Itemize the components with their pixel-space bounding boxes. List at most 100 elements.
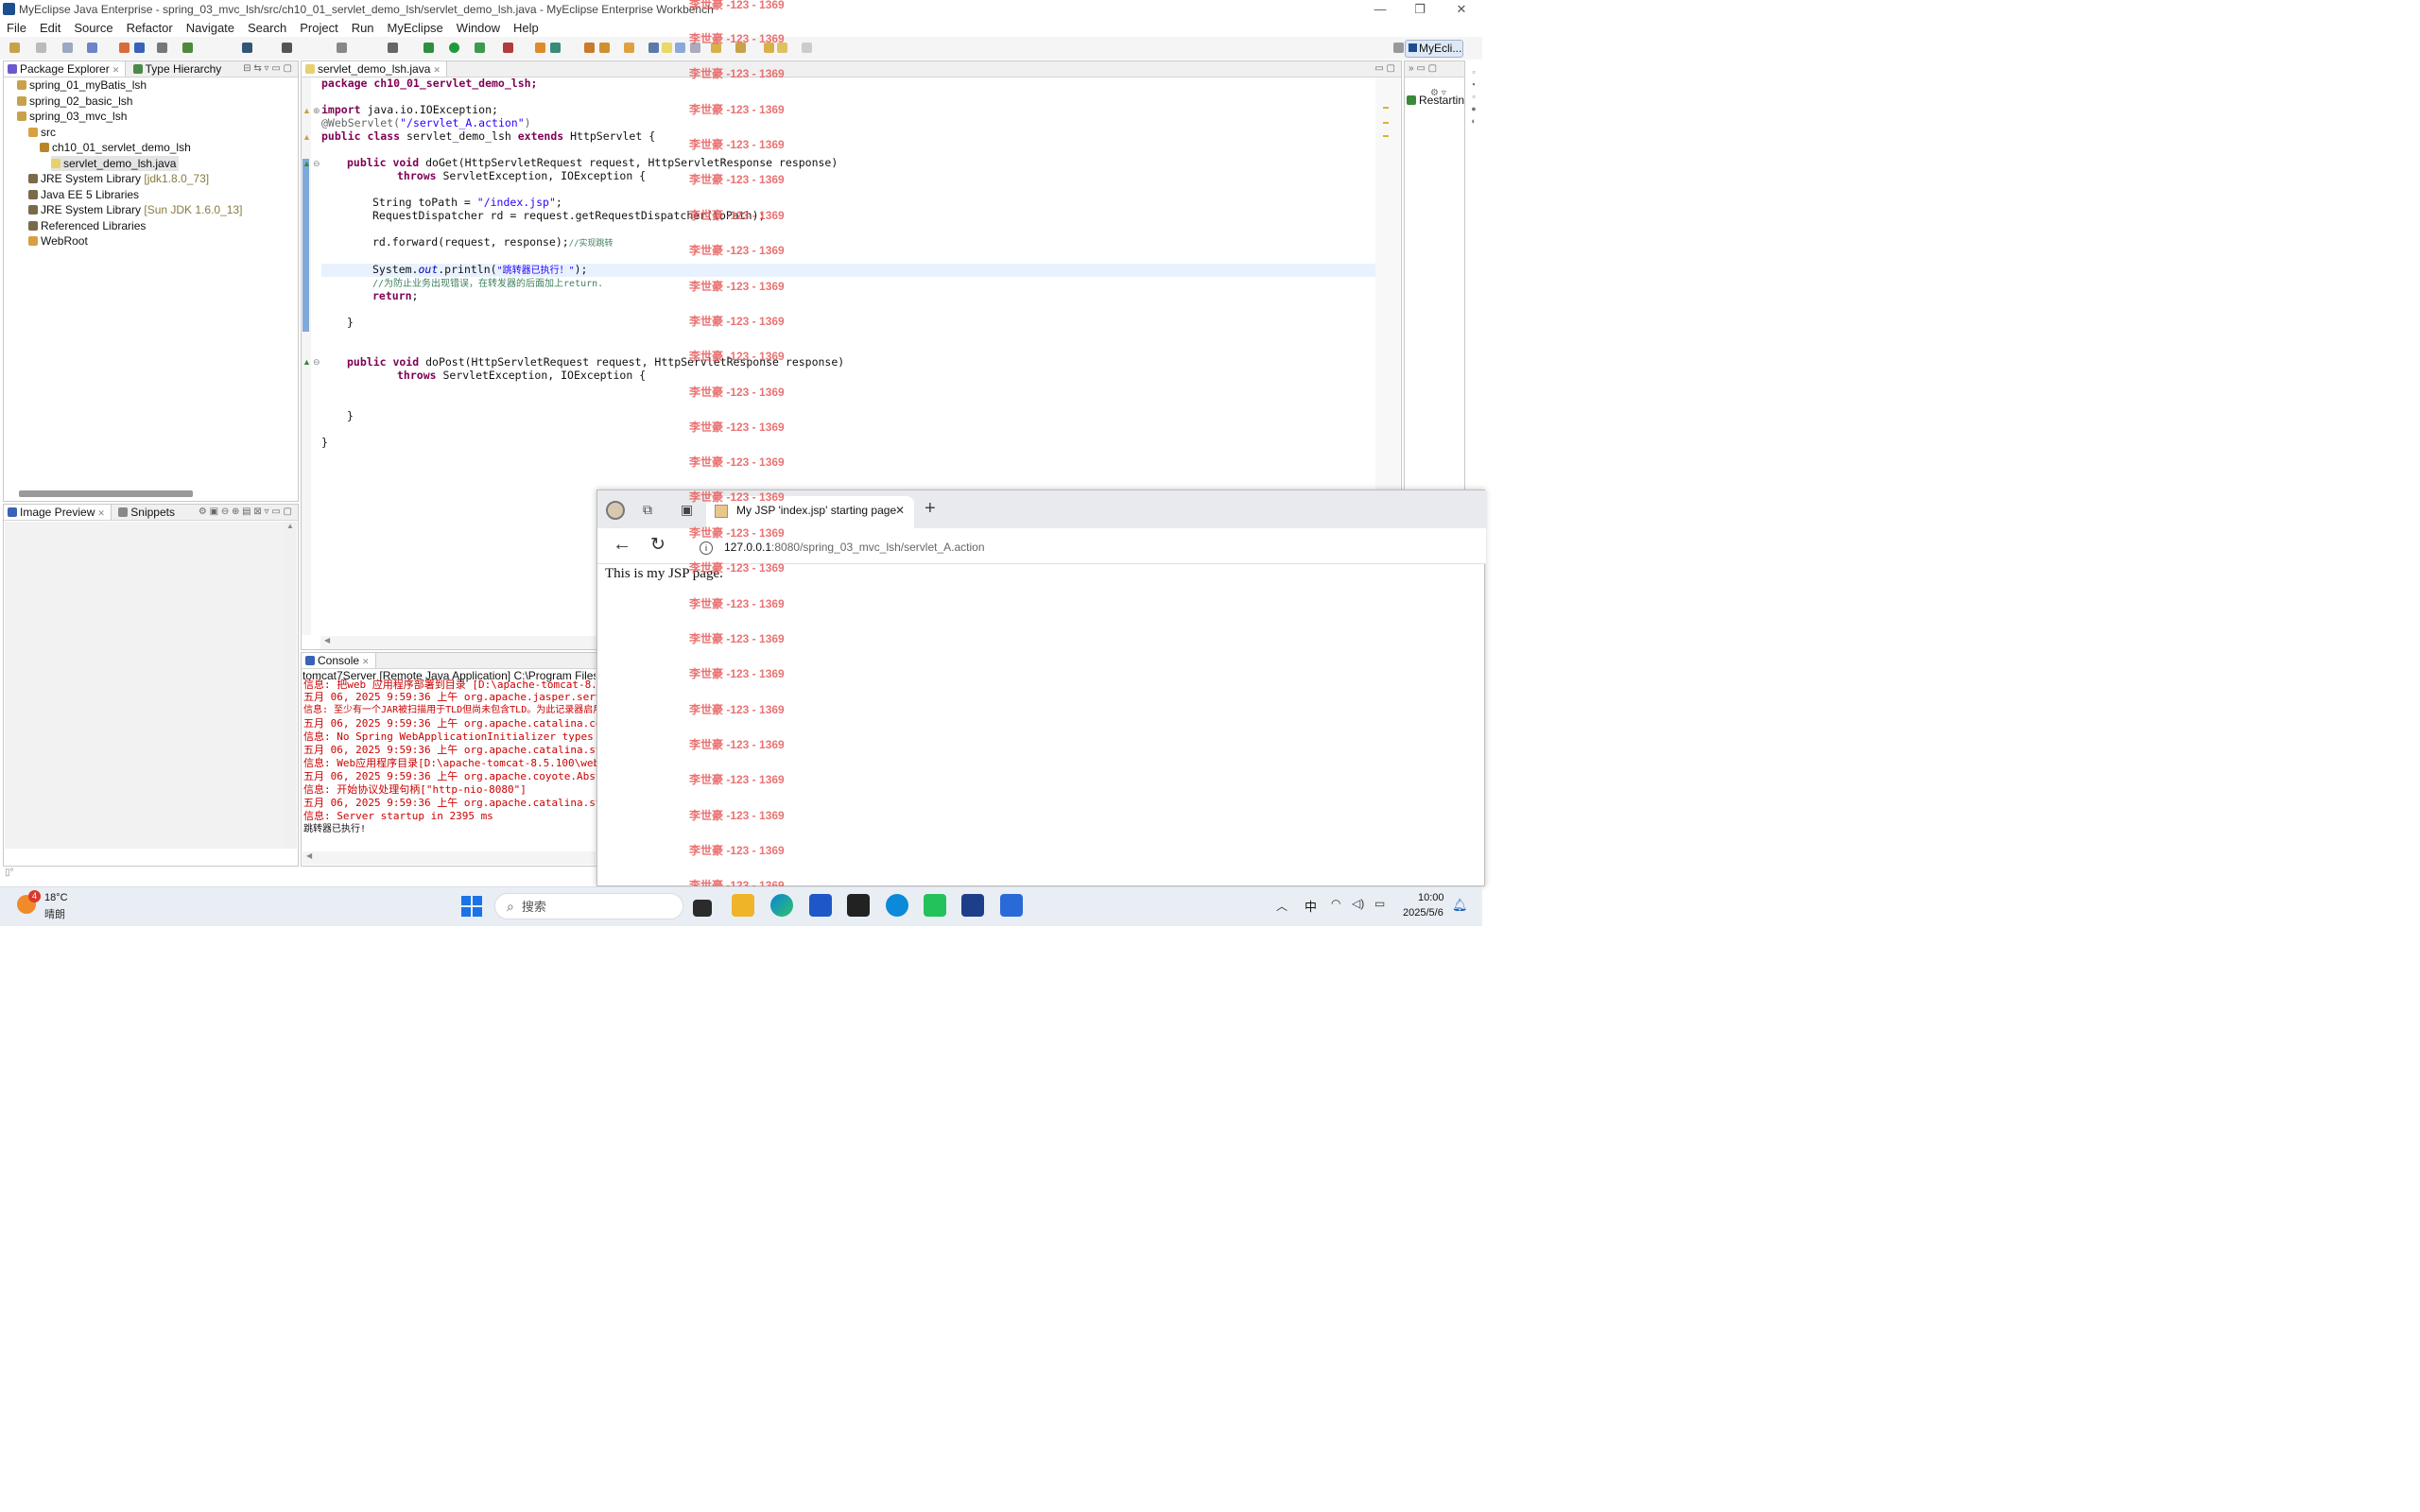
new-package-icon[interactable]: [550, 43, 561, 53]
nav-icon[interactable]: [802, 43, 812, 53]
trim-stack-icons[interactable]: ▫ ▪ ▫ ● ◐: [1467, 66, 1480, 142]
tree-item-spring02[interactable]: spring_02_basic_lsh: [17, 94, 132, 109]
volume-icon[interactable]: ◁): [1352, 897, 1364, 910]
console-hscrollbar[interactable]: ◀: [302, 851, 596, 865]
run-icon[interactable]: [449, 43, 459, 53]
new-class-icon[interactable]: [535, 43, 545, 53]
tree-item-spring03[interactable]: spring_03_mvc_lsh: [17, 109, 127, 124]
open-type-icon[interactable]: [157, 43, 167, 53]
fold-icon[interactable]: ⊖: [313, 159, 320, 169]
myeclipse-taskbar-icon[interactable]: [961, 894, 984, 917]
tree-item-jre-16[interactable]: JRE System Library [Sun JDK 1.6.0_13]: [28, 202, 242, 217]
taskbar-search[interactable]: ⌕ 搜索: [494, 893, 683, 919]
print-icon[interactable]: [62, 43, 73, 53]
edge-dev-icon[interactable]: [886, 894, 908, 917]
editor-window-icons[interactable]: ▭ ▢: [1374, 61, 1395, 77]
save-icon[interactable]: [36, 43, 46, 53]
close-icon[interactable]: ✕: [112, 65, 120, 75]
server-icon[interactable]: [87, 43, 97, 53]
tab-type-hierarchy[interactable]: Type Hierarchy: [130, 61, 228, 77]
tree-item-webroot[interactable]: WebRoot: [28, 233, 88, 249]
menu-window[interactable]: Window: [450, 19, 507, 37]
profile-avatar[interactable]: [606, 501, 625, 520]
horizontal-scrollbar[interactable]: [19, 490, 193, 497]
tree-item-ref-libs[interactable]: Referenced Libraries: [28, 218, 146, 233]
debug-icon[interactable]: [424, 43, 434, 53]
notification-bell-icon[interactable]: 🔔︎: [1452, 898, 1468, 913]
restarting-item[interactable]: Restartin: [1407, 94, 1464, 107]
mark-icon[interactable]: [624, 43, 634, 53]
menu-project[interactable]: Project: [293, 19, 344, 37]
wizard-icon[interactable]: [182, 43, 193, 53]
tab-image-preview[interactable]: Image Preview ✕: [4, 505, 112, 520]
file-explorer-icon[interactable]: [732, 894, 754, 917]
back-arrow-icon[interactable]: ←: [613, 534, 631, 556]
ime-indicator[interactable]: 中: [1305, 897, 1317, 915]
terminal-icon[interactable]: [388, 43, 398, 53]
manage-icon[interactable]: [134, 43, 145, 53]
refresh-icon[interactable]: [242, 43, 252, 53]
run-config-icon[interactable]: [475, 43, 485, 53]
notepad-icon[interactable]: [1000, 894, 1023, 917]
tree-item-jre-18[interactable]: JRE System Library [jdk1.8.0_73]: [28, 171, 209, 186]
open-perspective-icon[interactable]: [1393, 43, 1404, 53]
tab-package-explorer[interactable]: Package Explorer ✕: [4, 61, 127, 77]
tab-console[interactable]: Console ✕: [302, 653, 376, 668]
tab-editor-file[interactable]: servlet_demo_lsh.java ✕: [302, 61, 447, 77]
vertical-scrollbar[interactable]: ▲: [284, 522, 297, 849]
close-icon[interactable]: ✕: [362, 657, 370, 666]
tree-item-spring01[interactable]: spring_01_myBatis_lsh: [17, 77, 147, 93]
workspaces-icon[interactable]: ⧉: [643, 502, 652, 518]
url-field[interactable]: i 127.0.0.1:8080/spring_03_mvc_lsh/servle…: [690, 538, 985, 557]
new-icon[interactable]: [9, 43, 20, 53]
menu-refactor[interactable]: Refactor: [120, 19, 180, 37]
start-icon[interactable]: [461, 896, 482, 917]
menu-edit[interactable]: Edit: [33, 19, 67, 37]
deploy-icon[interactable]: [119, 43, 130, 53]
highlight-icon[interactable]: [662, 43, 672, 53]
external-tools-icon[interactable]: [503, 43, 513, 53]
reload-icon[interactable]: ↻: [650, 534, 666, 556]
chevron-up-icon[interactable]: ︿: [1276, 898, 1288, 914]
store-icon[interactable]: [809, 894, 832, 917]
toggle-icon[interactable]: [675, 43, 685, 53]
edge-browser-icon[interactable]: [770, 894, 793, 917]
site-info-icon[interactable]: i: [700, 541, 713, 555]
weather-condition[interactable]: 晴朗: [44, 906, 65, 921]
close-icon[interactable]: ✕: [433, 65, 441, 75]
search-tool-icon[interactable]: [599, 43, 610, 53]
menu-navigate[interactable]: Navigate: [180, 19, 241, 37]
menu-help[interactable]: Help: [507, 19, 545, 37]
new-tab-icon[interactable]: +: [925, 498, 936, 520]
maximize-button[interactable]: ❐: [1401, 0, 1439, 19]
fold-icon[interactable]: ⊕: [313, 106, 320, 116]
tree-item-package[interactable]: ch10_01_servlet_demo_lsh: [40, 140, 191, 155]
battery-icon[interactable]: ▭: [1374, 897, 1385, 910]
tab-close-icon[interactable]: ✕: [895, 496, 905, 524]
minimize-button[interactable]: —: [1361, 0, 1399, 19]
fold-icon[interactable]: ⊖: [313, 357, 320, 368]
taskview-icon[interactable]: [693, 900, 712, 917]
tree-item-javaee5[interactable]: Java EE 5 Libraries: [28, 187, 139, 202]
clock-time[interactable]: 10:00: [1418, 892, 1444, 903]
menu-myeclipse[interactable]: MyEclipse: [381, 19, 450, 37]
open-folder-icon[interactable]: [584, 43, 595, 53]
close-button[interactable]: ✕: [1443, 0, 1480, 19]
view-menu-icons[interactable]: ⊟ ⇆ ▿ ▭ ▢: [243, 61, 292, 77]
menu-run[interactable]: Run: [345, 19, 381, 37]
menu-file[interactable]: File: [0, 19, 33, 37]
globe-icon[interactable]: [282, 43, 292, 53]
app-icon-green[interactable]: [924, 894, 946, 917]
perspective-myeclipse[interactable]: MyEcli...: [1405, 40, 1463, 58]
tab-snippets[interactable]: Snippets: [114, 505, 181, 520]
preview-toolbar-icons[interactable]: ⚙ ▣ ⊖ ⊕ ▤ ⊠ ▿ ▭ ▢: [199, 505, 292, 520]
clock-date[interactable]: 2025/5/6: [1403, 907, 1443, 919]
annotation-icon[interactable]: [648, 43, 659, 53]
weather-temp[interactable]: 18°C: [44, 892, 68, 903]
menu-source[interactable]: Source: [67, 19, 119, 37]
tree-item-java-file[interactable]: servlet_demo_lsh.java: [51, 156, 180, 171]
app-icon-dark[interactable]: [847, 894, 870, 917]
tree-item-src[interactable]: src: [28, 125, 56, 140]
close-icon[interactable]: ✕: [97, 508, 105, 518]
wifi-icon[interactable]: ◠: [1331, 897, 1340, 910]
